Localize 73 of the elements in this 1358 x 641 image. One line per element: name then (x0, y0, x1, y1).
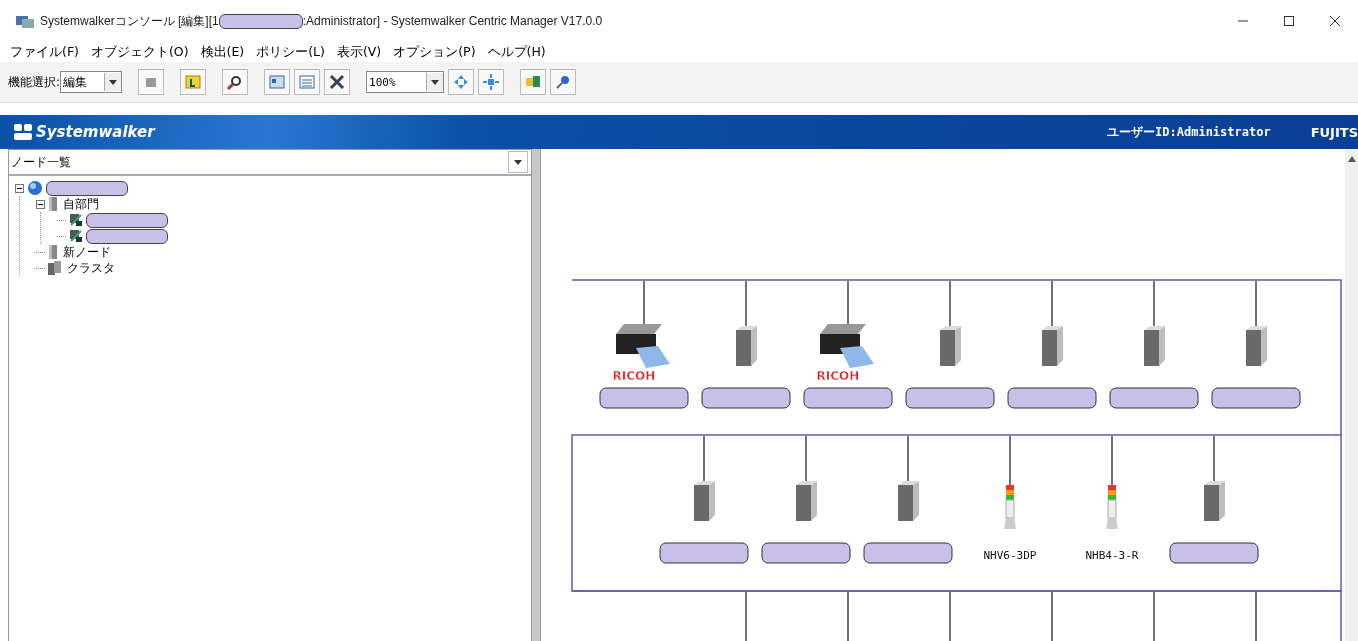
app-icon (16, 14, 34, 28)
connector-line (949, 591, 951, 641)
menu-item[interactable]: オプション(P) (391, 42, 478, 62)
view-dropdown[interactable]: ノード一覧 (9, 150, 531, 176)
signal-tower-icon[interactable] (1106, 485, 1118, 529)
collapse-icon[interactable] (36, 199, 45, 209)
expand-arrows-button[interactable] (448, 69, 475, 95)
node-label[interactable]: NHB4-3-R (1085, 549, 1139, 562)
node-label[interactable]: NHV6-3DP (983, 549, 1037, 562)
server-icon[interactable] (898, 481, 919, 521)
server-icon (48, 197, 58, 211)
globe-icon (27, 180, 43, 196)
server-icon[interactable] (694, 481, 715, 521)
scrollbar[interactable] (1345, 149, 1358, 641)
server-icon[interactable] (796, 481, 817, 521)
server-icon[interactable] (1246, 326, 1267, 366)
caret-icon (514, 159, 522, 165)
window-title: Systemwalkerコンソール [編集][1 (40, 12, 219, 30)
printer-icon[interactable] (820, 324, 874, 368)
signal-tower-icon[interactable] (1004, 485, 1016, 529)
nodes-button[interactable] (520, 69, 547, 95)
collapse-icon[interactable] (15, 183, 24, 193)
host-icon (69, 213, 83, 227)
connector-line (1111, 435, 1113, 486)
printer-icon[interactable] (616, 324, 670, 368)
connector-line (847, 591, 849, 641)
connector-line (1255, 591, 1257, 641)
server-icon[interactable] (940, 326, 961, 366)
mode-dropdown[interactable]: 編集 (60, 71, 123, 93)
magnifier-button[interactable] (222, 69, 249, 95)
logo-icon (14, 124, 32, 140)
tree-item[interactable]: 自部門 (61, 195, 101, 213)
menu-item[interactable]: オブジェクト(O) (88, 42, 191, 62)
connector-line (1009, 435, 1011, 486)
brand-label: RICOH (612, 369, 656, 383)
menu-item[interactable]: ポリシー(L) (254, 42, 327, 62)
search-button[interactable] (550, 69, 577, 95)
caret-icon (109, 79, 118, 85)
menu-item[interactable]: 検出(E) (198, 42, 247, 62)
menu-item[interactable]: ヘルプ(H) (485, 42, 548, 62)
product-logo: Systemwalker (36, 123, 155, 141)
brand-label: RICOH (816, 369, 860, 383)
menu-item[interactable]: 表示(V) (334, 42, 384, 62)
window-button[interactable] (264, 69, 291, 95)
caret-icon (431, 79, 440, 85)
server-icon[interactable] (1204, 481, 1225, 521)
folder-button[interactable] (180, 69, 207, 95)
list-icon (298, 73, 317, 91)
window-icon (268, 73, 287, 91)
host-icon (69, 229, 83, 243)
server-icon[interactable] (736, 326, 757, 366)
brand-logo: FUJITS (1310, 124, 1358, 140)
scroll-up-icon[interactable] (1347, 155, 1356, 163)
tools-button[interactable] (324, 69, 351, 95)
server-icon (48, 245, 58, 259)
connector-line (1153, 591, 1155, 641)
connector-line (1051, 591, 1053, 641)
servers-icon (48, 261, 62, 275)
connector-line (745, 591, 747, 641)
server-icon[interactable] (1042, 326, 1063, 366)
folder-icon (184, 73, 203, 91)
user-id: ユーザーID:Administrator (1107, 123, 1271, 141)
zoom-dropdown[interactable]: 100% (366, 71, 445, 93)
fit-icon (482, 73, 501, 91)
box-button[interactable] (138, 69, 165, 95)
mode-label: 機能選択: (8, 73, 61, 91)
tree-item[interactable]: 新ノード (61, 243, 113, 261)
window-title: :Administrator] - Systemwalker Centric Manager V17.0.0 (302, 14, 603, 28)
tree-item[interactable]: クラスタ (65, 259, 117, 277)
server-icon[interactable] (1144, 326, 1165, 366)
menu-item[interactable]: ファイル(F) (8, 42, 81, 62)
tools-icon (328, 73, 347, 91)
fit-button[interactable] (478, 69, 505, 95)
